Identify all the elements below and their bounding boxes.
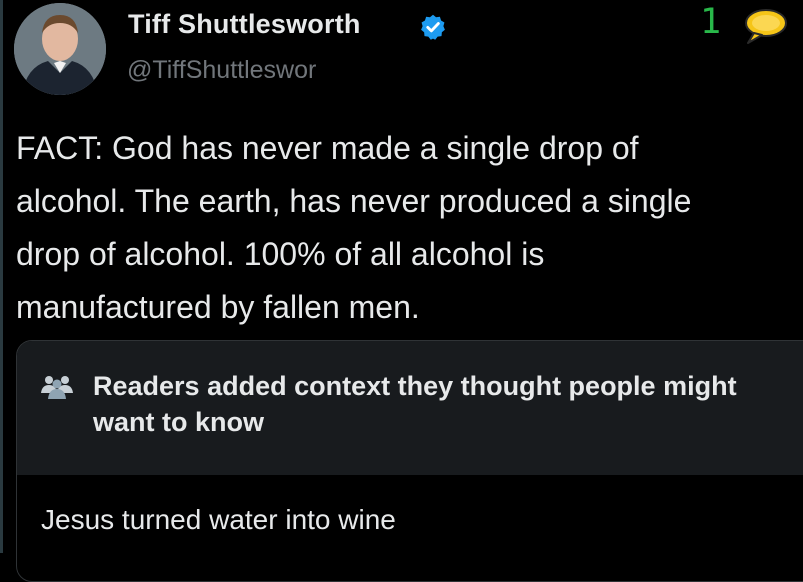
community-note-header: Readers added context they thought peopl…: [17, 341, 803, 475]
avatar-image: [14, 3, 106, 95]
people-icon: [41, 376, 73, 399]
frame-edge: [0, 0, 3, 553]
tweet-line: drop of alcohol. 100% of all alcohol is: [16, 236, 545, 272]
speech-bubble-icon[interactable]: [740, 6, 790, 46]
tweet-text: FACT: God has never made a single drop o…: [16, 122, 796, 334]
tweet-line: FACT: God has never made a single drop o…: [16, 130, 639, 166]
display-name[interactable]: Tiff Shuttlesworth: [128, 9, 361, 40]
community-note[interactable]: Readers added context they thought peopl…: [16, 340, 803, 582]
tweet-line: manufactured by fallen men.: [16, 289, 420, 325]
verified-badge-icon: [421, 14, 445, 40]
tweet-line: alcohol. The earth, has never produced a…: [16, 183, 692, 219]
user-handle[interactable]: @TiffShuttleswor: [127, 56, 316, 85]
avatar[interactable]: [14, 3, 106, 95]
community-note-title: Readers added context they thought peopl…: [93, 371, 737, 437]
community-note-body: Jesus turned water into wine: [41, 504, 396, 535]
comment-count: 1: [700, 2, 722, 42]
